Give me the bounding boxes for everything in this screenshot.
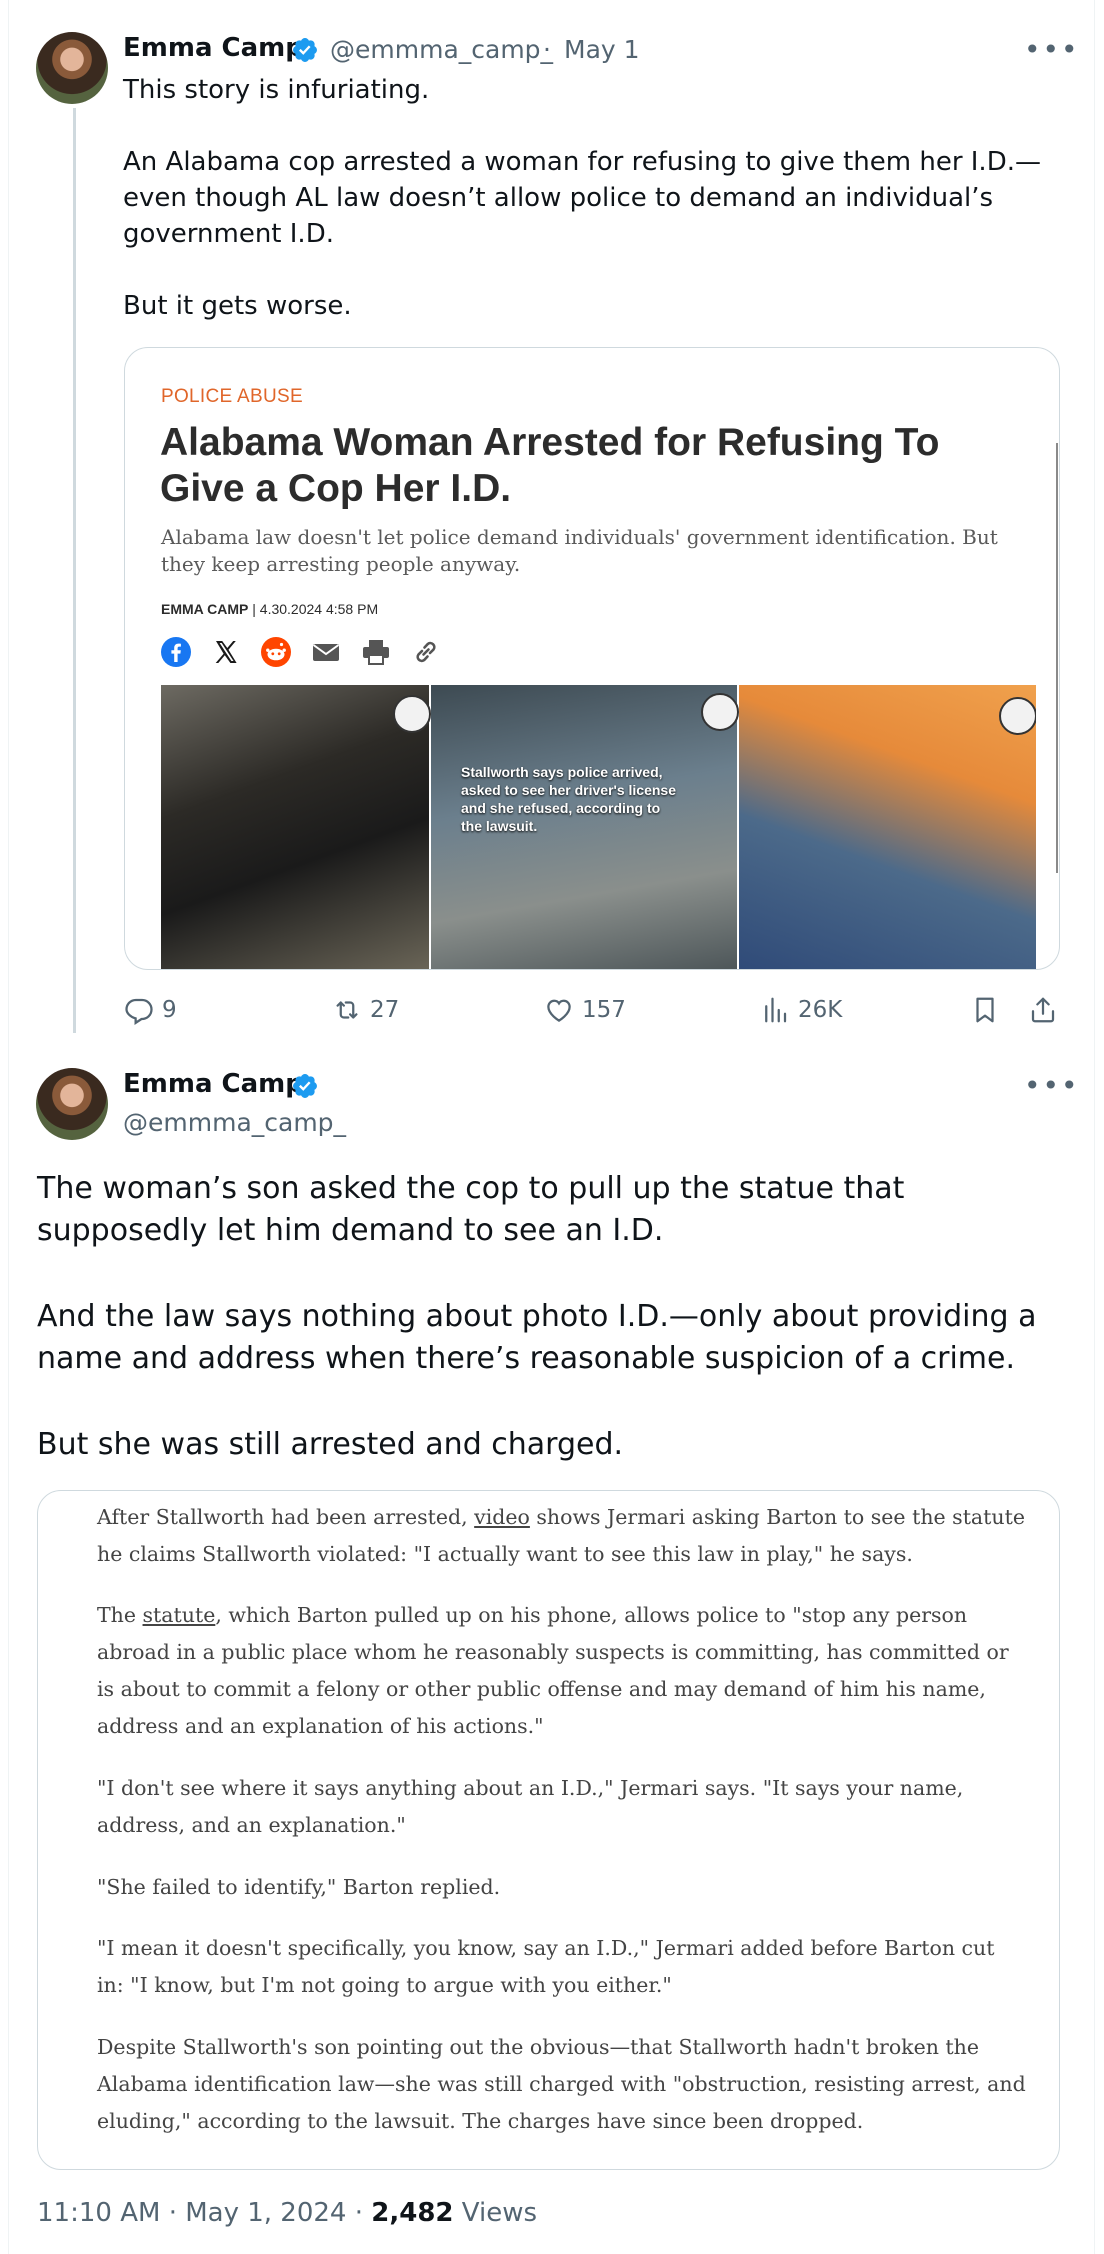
tweet-text: This story is infuriating. An Alabama co… [123,72,1053,360]
excerpt-paragraph: "She failed to identify," Barton replied… [97,1875,501,1899]
more-options-icon[interactable]: ••• [1024,1072,1080,1100]
tweet-paragraph: But it gets worse. [123,291,352,321]
bookmark-icon [976,997,994,1023]
tweet-paragraph: This story is infuriating. [123,75,430,105]
meta-separator: · [354,2198,364,2228]
share-button[interactable] [1028,992,1066,1028]
video-thumbnail: Stallworth says police arrived, asked to… [161,685,1036,969]
article-byline: EMMA CAMP | 4.30.2024 4:58 PM [161,601,378,617]
repost-icon [336,1001,358,1019]
x-icon [215,641,237,663]
byline-author: EMMA CAMP [161,601,249,617]
views-count: 26K [798,997,843,1023]
views-button[interactable]: 26K [760,992,842,1028]
tweet-meta: 11:10 AM · May 1, 2024 · 2,482 Views [37,2198,537,2228]
video-frame-officer [161,685,431,969]
heart-icon [547,999,571,1022]
reddit-icon [261,637,291,667]
scrollbar [1056,443,1058,873]
excerpt-paragraph: After Stallworth had been arrested, vide… [97,1499,1027,1573]
views-chart-icon [765,997,787,1023]
like-button[interactable]: 157 [544,992,626,1028]
facebook-icon [161,637,191,667]
timeline-border-right [1094,0,1095,2254]
excerpt-paragraph: "I don't see where it says anything abou… [97,1776,964,1837]
tweet-full-date[interactable]: May 1, 2024 [185,2198,346,2228]
author-name[interactable]: Emma Camp [123,33,304,63]
tweet-time[interactable]: 11:10 AM [37,2198,160,2228]
video-frame-captioned: Stallworth says police arrived, asked to… [431,685,739,969]
tweet-actions-bar: 9 27 157 26K [124,992,1064,1032]
usa-today-logo [393,695,431,733]
timeline-border-left [8,0,9,2254]
like-count: 157 [582,997,626,1023]
excerpt-paragraph: The statute, which Barton pulled up on h… [97,1597,1027,1745]
tweet-date[interactable]: May 1 [564,35,640,64]
excerpt-text: , which Barton pulled up on his phone, a… [97,1603,1009,1738]
tweet-paragraph: But she was still arrested and charged. [37,1427,624,1462]
verified-badge-icon[interactable] [291,36,319,64]
views-number: 2,482 [371,2198,454,2228]
excerpt-text: After Stallworth had been arrested, [97,1505,475,1529]
meta-separator: · [543,35,551,64]
reply-count: 9 [162,997,177,1023]
tweet-paragraph: An Alabama cop arrested a woman for refu… [123,147,1041,249]
article-kicker: POLICE ABUSE [161,386,303,407]
email-icon [312,644,340,661]
usa-today-logo [701,693,739,731]
verified-badge-icon[interactable] [291,1072,319,1100]
excerpt-text: The [97,1603,143,1627]
byline-separator: | [252,601,256,617]
link-icon [416,641,436,663]
print-icon [363,640,389,665]
repost-count: 27 [370,997,400,1023]
article-screenshot-card[interactable]: POLICE ABUSE Alabama Woman Arrested for … [124,347,1060,970]
meta-separator: · [168,2198,177,2228]
article-excerpt-image[interactable]: After Stallworth had been arrested, vide… [37,1490,1060,2170]
video-link: video [474,1505,530,1529]
excerpt-paragraph: Despite Stallworth's son pointing out th… [97,2035,1026,2133]
bookmark-button[interactable] [970,992,1008,1028]
statute-link: statute [142,1603,216,1627]
reply-icon [125,998,153,1025]
author-handle[interactable]: @emmma_camp_ [330,35,553,64]
avatar[interactable] [36,1068,108,1140]
author-name[interactable]: Emma Camp [123,1069,304,1099]
excerpt-paragraph: "I mean it doesn't specifically, you kno… [97,1936,995,1997]
usa-today-logo [999,697,1036,735]
article-headline: Alabama Woman Arrested for Refusing To G… [160,421,940,510]
article-dek: Alabama law doesn't let police demand in… [161,525,998,576]
repost-button[interactable]: 27 [332,992,399,1028]
video-caption: Stallworth says police arrived, asked to… [461,764,677,834]
tweet-paragraph: And the law says nothing about photo I.D… [37,1299,1037,1376]
tweet-paragraph: The woman’s son asked the cop to pull up… [37,1171,905,1248]
more-options-icon[interactable]: ••• [1024,36,1080,64]
avatar[interactable] [36,32,108,104]
byline-date: 4.30.2024 4:58 PM [259,601,379,617]
video-frame-closeup [739,685,1036,969]
thread-connector-line [73,108,76,1033]
views-label: Views [461,2198,538,2228]
reply-button[interactable]: 9 [124,992,177,1028]
author-handle[interactable]: @emmma_camp_ [123,1108,346,1137]
tweet-text: The woman’s son asked the cop to pull up… [37,1168,1067,1510]
share-upload-icon [1031,997,1055,1023]
